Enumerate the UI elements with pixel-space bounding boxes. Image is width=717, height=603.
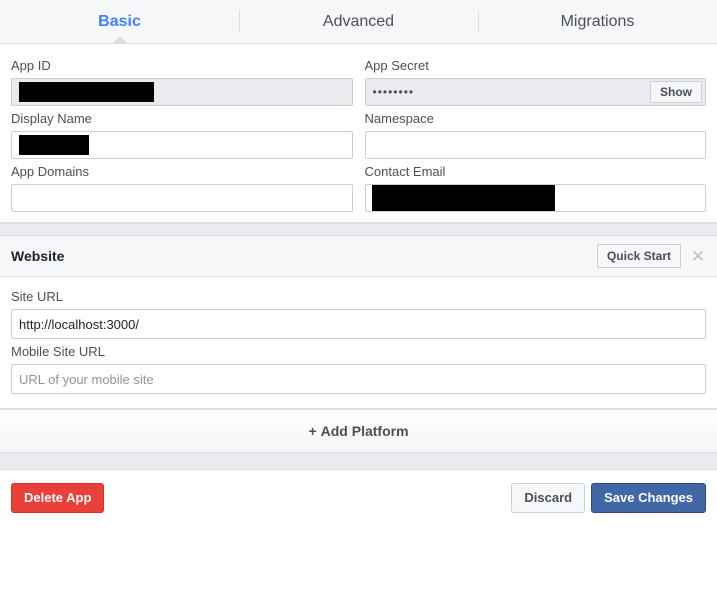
app-domains-input[interactable]	[11, 184, 353, 212]
basic-settings-card: App ID App Secret •••••••• Show Display …	[0, 44, 717, 223]
row-id-secret: App ID App Secret •••••••• Show	[11, 53, 706, 106]
save-changes-button[interactable]: Save Changes	[591, 482, 706, 513]
settings-tab-bar: Basic Advanced Migrations	[0, 0, 717, 44]
field-namespace: Namespace	[364, 106, 706, 159]
tab-migrations[interactable]: Migrations	[478, 0, 717, 43]
app-id-redaction-bar	[19, 82, 154, 102]
field-contact-email: Contact Email	[364, 159, 706, 212]
mobile-site-url-input[interactable]: URL of your mobile site	[11, 364, 706, 394]
delete-app-button[interactable]: Delete App	[11, 482, 105, 513]
action-footer: Delete App Discard Save Changes	[0, 470, 717, 525]
website-platform-card: Website Quick Start ✕ Site URL http://lo…	[0, 236, 717, 409]
app-secret-label: App Secret	[364, 58, 429, 73]
tab-advanced[interactable]: Advanced	[239, 0, 478, 43]
namespace-label: Namespace	[364, 111, 434, 126]
site-url-label: Site URL	[11, 289, 64, 304]
app-secret-input[interactable]: •••••••• Show	[364, 78, 706, 106]
plus-icon: +	[308, 423, 317, 439]
site-url-input[interactable]: http://localhost:3000/	[11, 309, 706, 339]
display-name-label: Display Name	[11, 111, 92, 126]
site-url-value: http://localhost:3000/	[19, 316, 139, 332]
field-app-id: App ID	[11, 53, 353, 106]
display-name-redaction-bar	[19, 135, 89, 155]
mobile-site-url-placeholder: URL of your mobile site	[19, 371, 154, 387]
footer-actions: Discard Save Changes	[511, 482, 706, 513]
mobile-site-url-label: Mobile Site URL	[11, 344, 105, 359]
field-mobile-site-url: Mobile Site URL URL of your mobile site	[11, 344, 706, 394]
namespace-input[interactable]	[364, 131, 706, 159]
discard-button[interactable]: Discard	[511, 482, 586, 513]
app-id-label: App ID	[11, 58, 51, 73]
tab-migrations-label: Migrations	[560, 13, 635, 30]
website-section-header: Website Quick Start ✕	[0, 236, 717, 277]
field-site-url: Site URL http://localhost:3000/	[11, 289, 706, 339]
app-domains-label: App Domains	[11, 164, 90, 179]
add-platform-button[interactable]: + Add Platform	[0, 409, 717, 453]
contact-email-input[interactable]	[364, 184, 706, 212]
field-display-name: Display Name	[11, 106, 353, 159]
website-section-body: Site URL http://localhost:3000/ Mobile S…	[0, 277, 717, 408]
row-name-namespace: Display Name Namespace	[11, 106, 706, 159]
contact-email-redaction-bar	[371, 185, 555, 211]
app-id-input[interactable]	[11, 78, 353, 106]
quick-start-button[interactable]: Quick Start	[596, 244, 681, 268]
tab-basic[interactable]: Basic	[0, 0, 239, 44]
active-tab-caret-icon	[111, 36, 128, 44]
section-divider	[0, 223, 717, 236]
field-app-secret: App Secret •••••••• Show	[364, 53, 706, 106]
display-name-input[interactable]	[11, 131, 353, 159]
tab-basic-label: Basic	[98, 13, 141, 30]
show-secret-button[interactable]: Show	[650, 81, 702, 103]
footer-divider	[0, 453, 717, 470]
add-platform-label: Add Platform	[320, 423, 409, 439]
tab-advanced-label: Advanced	[322, 13, 395, 30]
contact-email-label: Contact Email	[364, 164, 446, 179]
row-domains-email: App Domains Contact Email	[11, 159, 706, 212]
website-section-title: Website	[11, 248, 65, 264]
close-icon[interactable]: ✕	[687, 248, 709, 265]
app-secret-value: ••••••••	[372, 85, 415, 99]
basic-settings-body: App ID App Secret •••••••• Show Display …	[0, 44, 717, 222]
field-app-domains: App Domains	[11, 159, 353, 212]
